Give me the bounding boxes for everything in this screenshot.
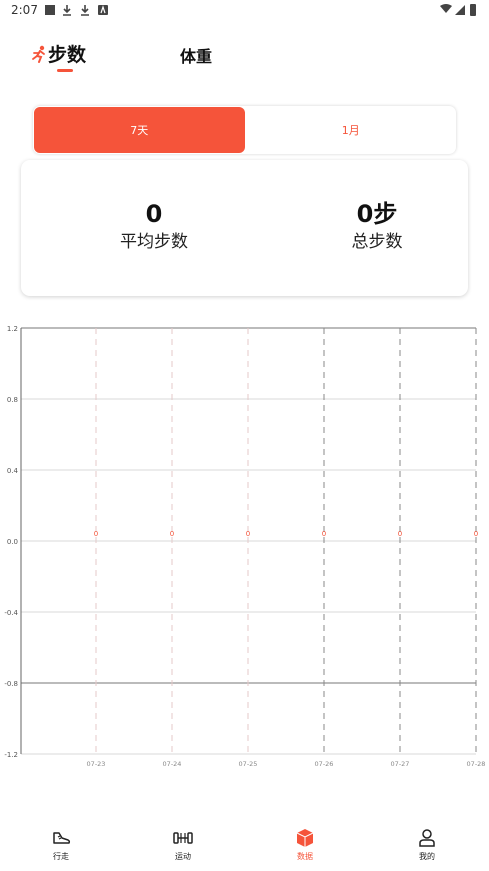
- signal-battery-icon: [440, 4, 476, 16]
- dumbbell-icon: [173, 832, 193, 844]
- stats-card: 0 平均步数 0步 总步数: [21, 160, 468, 296]
- nav-label-data: 数据: [297, 852, 313, 861]
- bottom-nav: 行走 运动 数据 我的: [0, 820, 489, 871]
- average-steps-label: 平均步数: [120, 232, 188, 252]
- x-tick-label: 07-25: [239, 760, 258, 768]
- steps-chart: 1.2 0.8 0.4 0.0 -0.4 -0.8 -1.2 07-23 07-24 07-25 0…: [0, 318, 489, 770]
- data-point-label: 0: [246, 530, 250, 538]
- cube-icon: [296, 829, 314, 847]
- total-steps-stat: 0步 总步数: [277, 198, 477, 254]
- tab-active-indicator: [57, 69, 73, 72]
- average-steps-stat: 0 平均步数: [54, 198, 254, 254]
- data-point-label: 0: [94, 530, 98, 538]
- status-time: 2:07: [11, 3, 38, 17]
- notification-square-icon: [45, 5, 55, 15]
- data-point-label: 0: [170, 530, 174, 538]
- x-tick-label: 07-23: [87, 760, 106, 768]
- app-notification-icon: [98, 5, 108, 15]
- download-icon: [63, 5, 71, 16]
- nav-item-walk[interactable]: 行走: [31, 828, 91, 862]
- nav-label-profile: 我的: [419, 852, 435, 861]
- average-steps-value: 0: [145, 200, 163, 228]
- steps-chart-svg: 1.2 0.8 0.4 0.0 -0.4 -0.8 -1.2 07-23 07-24 07-25 0…: [4, 325, 486, 768]
- nav-item-exercise[interactable]: 运动: [153, 828, 213, 862]
- status-bar: 2:07: [0, 0, 489, 22]
- x-tick-label: 07-24: [163, 760, 182, 768]
- tab-steps-label: 步数: [48, 44, 87, 66]
- x-tick-label: 07-27: [391, 760, 410, 768]
- tab-steps[interactable]: 步数: [32, 40, 86, 67]
- nav-label-walk: 行走: [53, 852, 69, 861]
- data-point-label: 0: [474, 530, 478, 538]
- y-tick-label: -0.8: [4, 680, 18, 688]
- range-option-1-month[interactable]: 1月: [246, 106, 457, 154]
- y-tick-label: 0.8: [7, 396, 18, 404]
- total-steps-label: 总步数: [351, 232, 403, 252]
- range-toggle: 7天 1月: [33, 106, 456, 154]
- data-point-label: 0: [398, 530, 402, 538]
- top-tabs: 步数 体重: [0, 36, 489, 76]
- person-icon: [419, 829, 435, 847]
- range-option-7-days[interactable]: 7天: [34, 107, 245, 153]
- tab-weight[interactable]: 体重: [180, 43, 212, 67]
- data-point-label: 0: [322, 530, 326, 538]
- nav-label-exercise: 运动: [175, 852, 191, 861]
- y-tick-label: -0.4: [4, 609, 18, 617]
- y-tick-label: 0.0: [7, 538, 18, 546]
- y-tick-label: 0.4: [7, 467, 19, 475]
- running-icon: [32, 45, 45, 63]
- y-tick-label: 1.2: [7, 325, 18, 333]
- shoe-icon: [53, 832, 71, 844]
- total-steps-value: 0步: [356, 200, 398, 228]
- y-tick-label: -1.2: [4, 751, 18, 759]
- x-tick-label: 07-28: [467, 760, 486, 768]
- download-icon: [81, 5, 89, 16]
- nav-item-data[interactable]: 数据: [275, 828, 335, 862]
- nav-item-profile[interactable]: 我的: [397, 828, 457, 862]
- x-tick-label: 07-26: [315, 760, 334, 768]
